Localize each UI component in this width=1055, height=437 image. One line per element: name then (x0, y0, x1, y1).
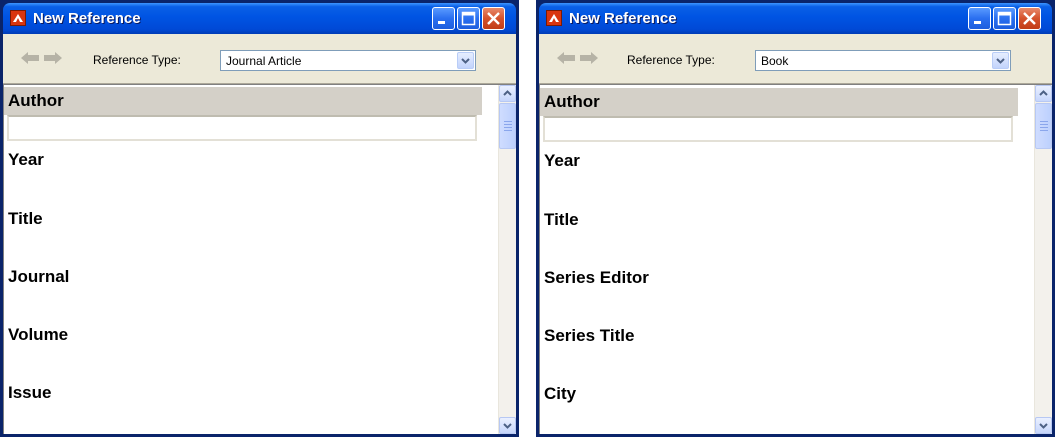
author-input[interactable] (7, 115, 477, 141)
maximize-button[interactable] (993, 7, 1016, 30)
field-label-issue: Issue (8, 383, 52, 402)
minimize-button[interactable] (968, 7, 991, 30)
reference-type-value: Journal Article (226, 54, 302, 68)
window-title: New Reference (569, 10, 677, 27)
scroll-down-button[interactable] (1035, 417, 1052, 434)
chevron-down-icon (996, 58, 1005, 64)
field-label-year: Year (544, 151, 580, 170)
endnote-app-icon[interactable] (546, 10, 562, 26)
field-label-journal: Journal (8, 267, 70, 286)
close-button[interactable] (1018, 7, 1041, 30)
minimize-icon (438, 21, 445, 24)
vertical-scrollbar[interactable] (1034, 85, 1052, 434)
maximize-button[interactable] (457, 7, 480, 30)
close-icon (487, 12, 500, 25)
scroll-down-button[interactable] (499, 417, 516, 434)
scroll-up-icon (503, 90, 512, 96)
author-field-header: Author (540, 88, 1018, 116)
scroll-up-icon (1039, 90, 1048, 96)
reference-fields-panel: Author Year Title Journal Volume Issue (3, 84, 516, 434)
maximize-icon (997, 11, 1012, 26)
field-label-volume: Volume (8, 325, 69, 344)
scroll-thumb[interactable] (1035, 103, 1052, 149)
reference-type-label: Reference Type: (627, 53, 715, 67)
scroll-up-button[interactable] (499, 85, 516, 102)
back-arrow-icon[interactable] (557, 52, 575, 64)
scroll-down-icon (1039, 423, 1048, 429)
field-label-series-title: Series Title (544, 326, 635, 345)
scroll-up-button[interactable] (1035, 85, 1052, 102)
forward-arrow-icon[interactable] (44, 52, 62, 64)
toolbar: Reference Type: Book (539, 34, 1052, 84)
close-button[interactable] (482, 7, 505, 30)
close-icon (1023, 12, 1036, 25)
title-bar[interactable]: New Reference (539, 3, 1052, 34)
minimize-icon (974, 21, 981, 24)
reference-type-value: Book (761, 54, 789, 68)
back-arrow-icon[interactable] (21, 52, 39, 64)
minimize-button[interactable] (432, 7, 455, 30)
reference-type-select[interactable]: Journal Article (220, 50, 476, 71)
new-reference-window-journal: New Reference Reference Type: Journal Ar… (0, 0, 519, 437)
field-label-city: City (544, 384, 577, 403)
forward-arrow-icon[interactable] (580, 52, 598, 64)
title-bar[interactable]: New Reference (3, 3, 516, 34)
toolbar: Reference Type: Journal Article (3, 34, 516, 84)
chevron-down-icon (461, 58, 470, 64)
reference-type-label: Reference Type: (93, 53, 181, 67)
maximize-icon (461, 11, 476, 26)
author-field-header: Author (4, 87, 482, 115)
reference-type-select[interactable]: Book (755, 50, 1011, 71)
field-label-title: Title (544, 210, 579, 229)
vertical-scrollbar[interactable] (498, 85, 516, 434)
reference-type-dropdown-button[interactable] (457, 52, 474, 69)
window-title: New Reference (33, 10, 141, 27)
field-label-year: Year (8, 150, 44, 169)
reference-type-dropdown-button[interactable] (992, 52, 1009, 69)
field-label-title: Title (8, 209, 43, 228)
field-label-series-editor: Series Editor (544, 268, 649, 287)
scroll-thumb[interactable] (499, 103, 516, 149)
new-reference-window-book: New Reference Reference Type: Book Autho… (536, 0, 1055, 437)
scroll-down-icon (503, 423, 512, 429)
reference-fields-panel: Author Year Title Series Editor Series T… (539, 84, 1052, 434)
endnote-app-icon[interactable] (10, 10, 26, 26)
author-input[interactable] (543, 116, 1013, 142)
